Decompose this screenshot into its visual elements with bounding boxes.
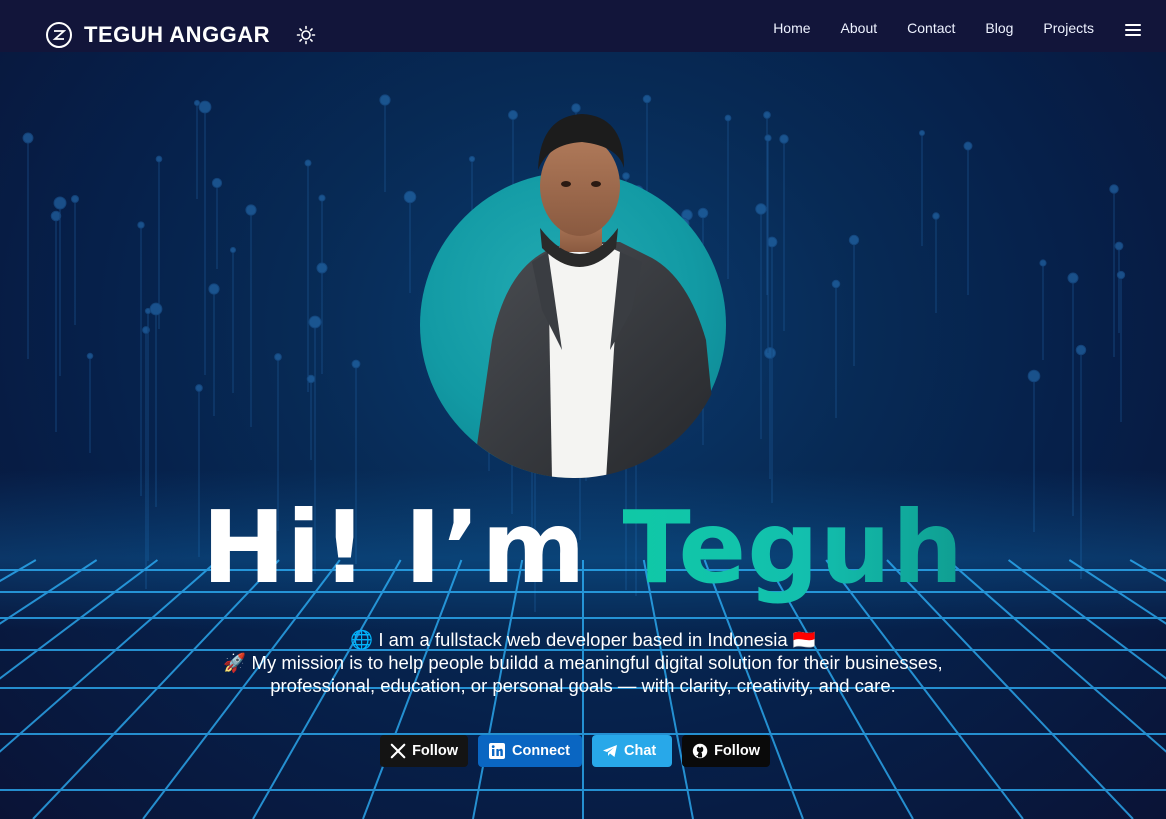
telegram-chat-label: Chat xyxy=(624,743,657,759)
nav-link-home[interactable]: Home xyxy=(773,20,810,36)
x-follow-label: Follow xyxy=(412,743,458,759)
brand-logo-icon xyxy=(46,22,72,48)
hero-name: Teguh xyxy=(622,489,965,606)
brand-name: TEGUH ANGGAR xyxy=(84,22,271,47)
hero-headline: Hi! I’m Teguh xyxy=(0,488,1166,608)
profile-photo xyxy=(472,114,720,479)
github-icon xyxy=(692,743,708,759)
linkedin-icon xyxy=(489,743,505,759)
page: TEGUH ANGGAR Home About Contact Blog Pro… xyxy=(0,0,1166,819)
profile-avatar xyxy=(420,110,728,480)
linkedin-connect-label: Connect xyxy=(512,743,570,759)
nav-link-blog[interactable]: Blog xyxy=(985,20,1013,36)
nav-link-contact[interactable]: Contact xyxy=(907,20,955,36)
social-buttons: Follow Connect Chat Follow xyxy=(380,735,770,767)
telegram-icon xyxy=(603,745,617,757)
navbar: TEGUH ANGGAR Home About Contact Blog Pro… xyxy=(0,0,1166,52)
nav-link-about[interactable]: About xyxy=(841,20,878,36)
bio-line-1: 🌐 I am a fullstack web developer based i… xyxy=(350,629,816,650)
github-follow-label: Follow xyxy=(714,743,760,759)
hamburger-menu-icon[interactable] xyxy=(1125,24,1141,36)
sun-icon[interactable] xyxy=(296,25,316,45)
nav-link-projects[interactable]: Projects xyxy=(1043,20,1094,36)
linkedin-connect-button[interactable]: Connect xyxy=(478,735,582,767)
github-follow-button[interactable]: Follow xyxy=(682,735,770,767)
bio-line-3: professional, education, or personal goa… xyxy=(270,675,896,696)
bio-line-2: 🚀 My mission is to help people buildd a … xyxy=(223,652,943,673)
brand[interactable]: TEGUH ANGGAR xyxy=(46,20,270,50)
hero-greeting: Hi! I’m xyxy=(201,489,587,606)
nav-links: Home About Contact Blog Projects xyxy=(773,20,1094,36)
hero-bio: 🌐 I am a fullstack web developer based i… xyxy=(0,628,1166,697)
x-follow-button[interactable]: Follow xyxy=(380,735,468,767)
x-icon xyxy=(390,743,406,759)
telegram-chat-button[interactable]: Chat xyxy=(592,735,672,767)
